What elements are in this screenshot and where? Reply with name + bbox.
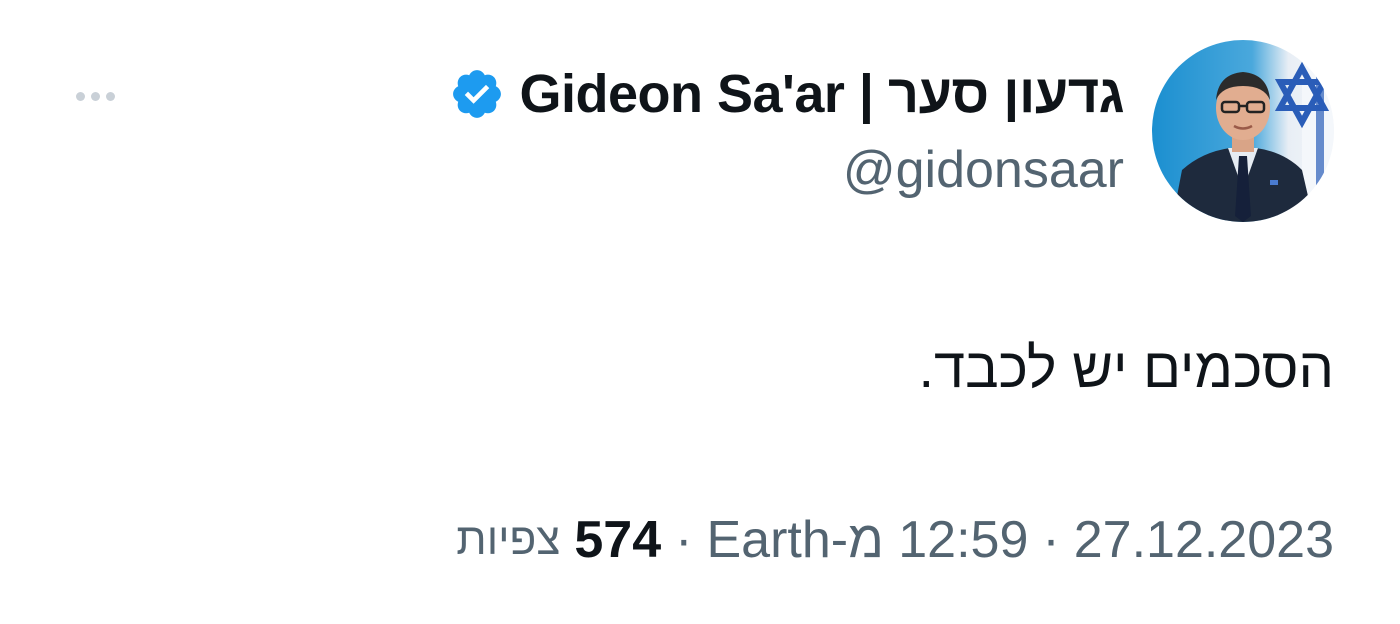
tweet-card: Gideon Sa'ar | גדעון סער @gidonsaar הסכמ…: [0, 0, 1400, 624]
more-dot: [105, 91, 115, 101]
tweet-date[interactable]: 27.12.2023: [1074, 510, 1334, 570]
more-dot: [90, 91, 100, 101]
verified-badge-icon: [453, 70, 502, 118]
meta-separator: ·: [1042, 511, 1060, 569]
author-handle[interactable]: @gidonsaar: [843, 140, 1124, 200]
more-dot: [75, 91, 85, 101]
author-name-row: Gideon Sa'ar | גדעון סער: [449, 58, 1124, 130]
more-options-button[interactable]: [66, 80, 124, 112]
avatar-photo: [1152, 40, 1334, 222]
avatar[interactable]: [1152, 40, 1334, 222]
tweet-time-source[interactable]: 12:59 מ-Earth: [706, 510, 1028, 570]
views-label: צפיות: [456, 515, 561, 564]
tweet-meta: 27.12.2023 · 12:59 מ-Earth · 574 צפיות: [456, 505, 1334, 575]
tweet-text: הסכמים יש לכבד.: [918, 336, 1334, 399]
author-display-name[interactable]: Gideon Sa'ar | גדעון סער: [519, 63, 1124, 125]
meta-separator: ·: [675, 511, 693, 569]
views-count: 574: [574, 511, 662, 569]
